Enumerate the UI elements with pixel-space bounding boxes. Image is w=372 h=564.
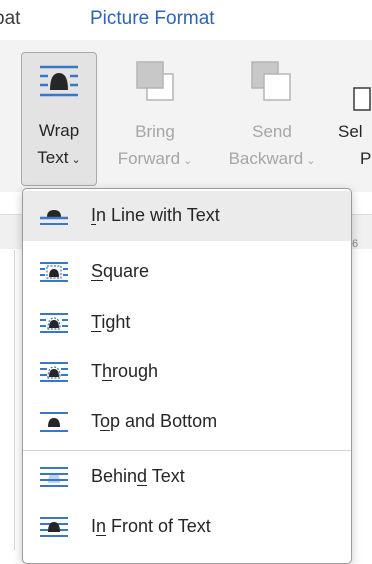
bring-forward-button[interactable]: Bring Forward ⌄ [103, 52, 207, 186]
selection-pane-icon [353, 87, 371, 111]
bring-forward-icon [136, 61, 174, 101]
menu-item-in-front-of-text[interactable]: In Front of Text [23, 502, 351, 552]
bring-forward-label-line2: Forward ⌄ [117, 149, 193, 168]
chevron-down-icon: ⌄ [183, 155, 193, 167]
menu-item-label: Through [91, 361, 159, 381]
menu-item-through[interactable]: Through [23, 347, 351, 397]
tab-picture-format[interactable]: Picture Format [90, 8, 215, 30]
send-backward-label-line1: Send [252, 122, 292, 141]
send-backward-button[interactable]: Send Backward ⌄ [212, 52, 332, 186]
menu-item-behind-text[interactable]: Behind Text [23, 452, 351, 502]
selection-pane-button[interactable]: Sel P [336, 52, 372, 186]
wrap-through-icon [40, 362, 68, 382]
wrap-text-button[interactable]: Wrap Text ⌄ [21, 52, 97, 186]
tab-acrobat[interactable]: bat [0, 8, 20, 30]
chevron-down-icon: ⌄ [71, 154, 81, 166]
behind-text-icon [40, 467, 68, 487]
wrap-text-icon [40, 65, 78, 97]
wrap-square-icon [40, 262, 68, 282]
menu-item-label: Top and Bottom [91, 411, 218, 431]
send-backward-label-line2: Backward ⌄ [228, 149, 316, 168]
menu-item-label: Square [91, 261, 150, 281]
menu-item-label: Tight [91, 312, 131, 332]
menu-item-tight[interactable]: Tight [23, 298, 351, 348]
selection-pane-label-line1: Sel [338, 122, 363, 141]
wrap-text-label-line1: Wrap [38, 121, 80, 140]
top-and-bottom-icon [40, 412, 68, 432]
wrap-tight-icon [40, 313, 68, 333]
menu-item-label: In Line with Text [91, 205, 220, 225]
menu-separator [23, 450, 351, 451]
wrap-text-label-line2: Text ⌄ [37, 148, 81, 167]
inline-with-text-icon [40, 210, 68, 225]
menu-item-label: In Front of Text [91, 516, 211, 536]
ruler-mark: 6 [352, 238, 359, 250]
wrap-text-menu: In Line with Text Square Tight Through T… [22, 188, 352, 564]
in-front-of-text-icon [40, 517, 68, 537]
menu-item-square[interactable]: Square [23, 247, 351, 297]
ribbon-tab-strip: bat Picture Format [0, 0, 372, 40]
bring-forward-label-line1: Bring [135, 122, 175, 141]
selection-pane-label-line2: P [360, 149, 372, 168]
menu-item-top-and-bottom[interactable]: Top and Bottom [23, 397, 351, 447]
document-page-edge [14, 250, 15, 550]
menu-item-label: Behind Text [91, 466, 185, 486]
send-backward-icon [251, 61, 291, 101]
menu-item-in-line-with-text[interactable]: In Line with Text [23, 191, 351, 241]
chevron-down-icon: ⌄ [306, 155, 316, 167]
